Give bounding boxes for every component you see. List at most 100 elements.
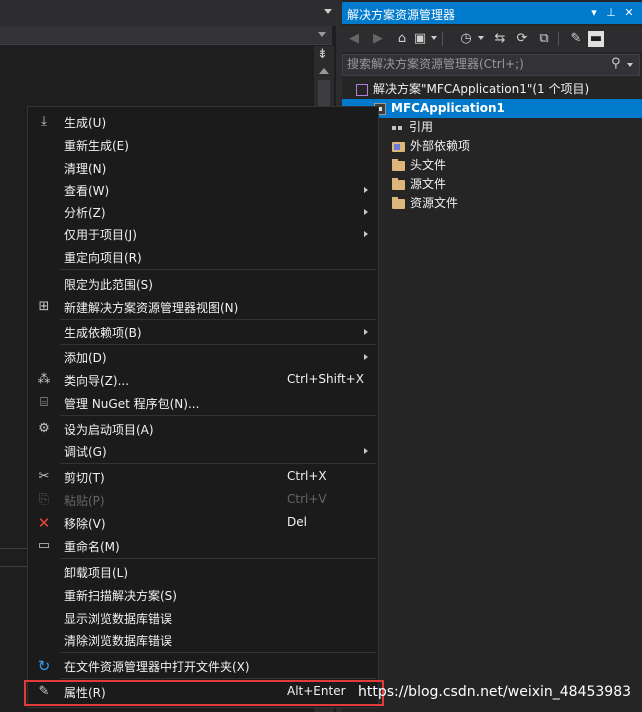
menu-item-project-only[interactable]: 仅用于项目(J) [28, 223, 378, 245]
toolbar-separator [558, 32, 559, 46]
menu-item-remove[interactable]: ✕ 移除(V) Del [28, 512, 378, 534]
menu-item-label: 查看(W) [64, 184, 110, 198]
menu-item-cut[interactable]: ✂ 剪切(T) Ctrl+X [28, 466, 378, 488]
menu-item-paste[interactable]: ⎘ 粘贴(P) Ctrl+V [28, 489, 378, 511]
sync-icon[interactable]: ⇆ [492, 31, 508, 47]
menu-separator [60, 558, 376, 559]
solution-explorer-toolbar: ◀ ▶ ⌂ ▣ ◷ ⇆ ⟳ ⧉ ✎ ▬ [342, 26, 642, 52]
tree-item-project[interactable]: MFCApplication1 [342, 99, 642, 118]
forward-icon[interactable]: ▶ [370, 31, 386, 47]
preview-selected-items-icon[interactable]: ▬ [588, 31, 604, 47]
menu-item-label: 粘贴(P) [64, 494, 105, 508]
menu-item-label: 限定为此范围(S) [64, 278, 153, 292]
menu-item-debug[interactable]: 调试(G) [28, 440, 378, 462]
project-context-menu: ⤓ 生成(U) 重新生成(E) 清理(N) 查看(W) 分析(Z) 仅用于项目(… [27, 106, 379, 708]
menu-separator [60, 678, 376, 679]
menu-item-build[interactable]: ⤓ 生成(U) [28, 111, 378, 133]
search-icon[interactable]: ⚲ [611, 56, 621, 71]
menu-item-label: 显示浏览数据库错误 [64, 612, 173, 626]
back-icon[interactable]: ◀ [346, 31, 362, 47]
menu-item-class-wizard[interactable]: ⁂ 类向导(Z)... Ctrl+Shift+X [28, 369, 378, 391]
submenu-arrow-icon [364, 448, 368, 454]
submenu-arrow-icon [364, 354, 368, 360]
menu-item-view[interactable]: 查看(W) [28, 179, 378, 201]
menu-item-label: 分析(Z) [64, 206, 106, 220]
chevron-down-icon[interactable] [478, 36, 484, 40]
submenu-arrow-icon [364, 209, 368, 215]
chevron-down-icon[interactable] [318, 32, 326, 37]
editor-navigation-bar[interactable] [0, 26, 332, 45]
menu-item-analyze[interactable]: 分析(Z) [28, 201, 378, 223]
collapse-all-icon[interactable]: ⧉ [536, 31, 552, 47]
editor-tab-bar [0, 0, 340, 26]
pending-changes-filter-icon[interactable]: ◷ [458, 31, 474, 47]
menu-item-shortcut: Ctrl+V [287, 492, 327, 506]
tree-item-label: MFCApplication1 [391, 101, 505, 115]
menu-separator [60, 344, 376, 345]
chevron-down-icon[interactable] [431, 36, 437, 40]
switch-views-icon[interactable]: ▣ [412, 31, 428, 47]
menu-item-clean[interactable]: 清理(N) [28, 157, 378, 179]
chevron-down-icon[interactable] [627, 63, 633, 67]
menu-item-shortcut: Ctrl+X [287, 469, 327, 483]
references-icon [392, 124, 404, 132]
refresh-icon[interactable]: ⟳ [514, 31, 530, 47]
tree-item-label: 解决方案"MFCApplication1"(1 个项目) [373, 82, 590, 96]
build-icon: ⤓ [41, 114, 47, 129]
submenu-arrow-icon [364, 329, 368, 335]
menu-item-label: 重新扫描解决方案(S) [64, 589, 177, 603]
close-icon[interactable]: ✕ [622, 5, 636, 21]
menu-item-rescan-solution[interactable]: 重新扫描解决方案(S) [28, 584, 378, 606]
solution-explorer-search[interactable]: ⚲ [342, 54, 640, 76]
home-icon[interactable]: ⌂ [394, 31, 410, 47]
scroll-up-arrow[interactable] [319, 68, 329, 74]
menu-item-manage-nuget[interactable]: ⌸ 管理 NuGet 程序包(N)... [28, 392, 378, 414]
menu-item-clear-browse-db-errors[interactable]: 清除浏览数据库错误 [28, 629, 378, 651]
menu-item-rebuild[interactable]: 重新生成(E) [28, 134, 378, 156]
pin-icon[interactable]: ⊥ [604, 5, 618, 21]
menu-item-label: 重新生成(E) [64, 139, 129, 153]
menu-separator [60, 415, 376, 416]
tree-item-label: 资源文件 [410, 196, 459, 210]
menu-item-unload-project[interactable]: 卸载项目(L) [28, 561, 378, 583]
class-wizard-icon: ⁂ [37, 372, 51, 387]
folder-icon [392, 177, 405, 190]
menu-item-open-folder-in-explorer[interactable]: ↻ 在文件资源管理器中打开文件夹(X) [28, 655, 378, 677]
menu-item-label: 调试(G) [64, 445, 107, 459]
gear-icon: ⚙ [38, 421, 50, 436]
menu-item-add[interactable]: 添加(D) [28, 346, 378, 368]
menu-item-retarget-project[interactable]: 重定向项目(R) [28, 246, 378, 268]
new-view-icon: ⊞ [38, 299, 50, 314]
split-window-icon[interactable]: ⇟ [317, 48, 328, 61]
menu-item-new-explorer-view[interactable]: ⊞ 新建解决方案资源管理器视图(N) [28, 296, 378, 318]
menu-item-label: 在文件资源管理器中打开文件夹(X) [64, 660, 250, 674]
highlight-box [24, 680, 384, 706]
menu-item-label: 生成依赖项(B) [64, 326, 142, 340]
window-position-dropdown-icon[interactable]: ▾ [587, 5, 601, 21]
menu-item-label: 设为启动项目(A) [64, 423, 154, 437]
menu-item-show-browse-db-errors[interactable]: 显示浏览数据库错误 [28, 607, 378, 629]
menu-item-label: 清理(N) [64, 162, 107, 176]
menu-item-label: 剪切(T) [64, 471, 105, 485]
menu-item-rename[interactable]: ▭ 重命名(M) [28, 535, 378, 557]
remove-x-icon: ✕ [37, 514, 51, 532]
menu-separator [60, 269, 376, 270]
search-input[interactable] [347, 56, 607, 72]
tree-item-solution[interactable]: 解决方案"MFCApplication1"(1 个项目) [342, 80, 642, 99]
external-dependencies-icon [392, 141, 405, 152]
panel-title-bar[interactable]: 解决方案资源管理器 ▾ ⊥ ✕ [342, 2, 642, 24]
menu-item-set-startup[interactable]: ⚙ 设为启动项目(A) [28, 418, 378, 440]
menu-item-scope-to-this[interactable]: 限定为此范围(S) [28, 273, 378, 295]
menu-item-label: 移除(V) [64, 517, 106, 531]
tree-item-label: 头文件 [410, 158, 447, 172]
menu-item-shortcut: Ctrl+Shift+X [287, 372, 364, 386]
menu-item-label: 重命名(M) [64, 540, 120, 554]
tab-list-dropdown-icon[interactable] [324, 9, 332, 14]
solution-icon [356, 83, 368, 96]
properties-wrench-icon[interactable]: ✎ [568, 31, 584, 47]
menu-item-label: 清除浏览数据库错误 [64, 634, 173, 648]
rename-icon: ▭ [37, 538, 51, 553]
menu-item-label: 仅用于项目(J) [64, 228, 137, 242]
watermark: https://blog.csdn.net/weixin_48453983 [358, 684, 632, 700]
menu-item-build-dependencies[interactable]: 生成依赖项(B) [28, 321, 378, 343]
